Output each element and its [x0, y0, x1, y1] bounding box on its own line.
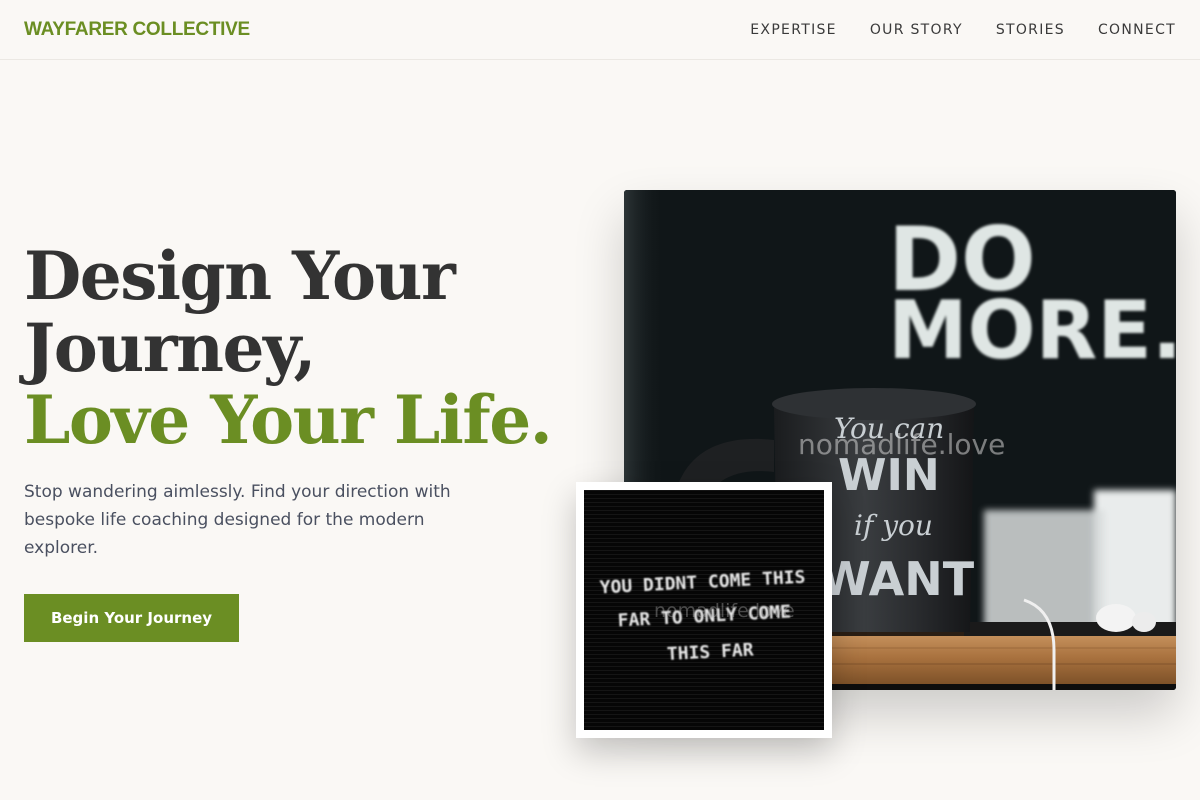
- brand-logo[interactable]: WAYFARER COLLECTIVE: [24, 18, 250, 42]
- nav-item-our-story[interactable]: OUR STORY: [870, 20, 963, 40]
- main-nav: EXPERTISE OUR STORY STORIES CONNECT: [750, 20, 1176, 40]
- site-header: WAYFARER COLLECTIVE EXPERTISE OUR STORY …: [0, 0, 1200, 60]
- mug-text-line-1: You can: [834, 412, 944, 445]
- hero-title-line-1: Design Your: [24, 237, 456, 315]
- mug-text-line-4: WANT: [820, 552, 975, 606]
- mug-text-line-3: if you: [854, 509, 933, 542]
- nav-item-connect[interactable]: CONNECT: [1098, 20, 1176, 40]
- letter-board-photo: YOU DIDNT COME THIS FAR TO ONLY COME THI…: [584, 490, 824, 730]
- letter-board-illustration: YOU DIDNT COME THIS FAR TO ONLY COME THI…: [584, 490, 824, 730]
- hero-title: Design Your Journey, Love Your Life.: [24, 237, 553, 459]
- nav-item-stories[interactable]: STORIES: [996, 20, 1065, 40]
- hero-description: Stop wandering aimlessly. Find your dire…: [24, 482, 451, 558]
- secondary-photo-frame: YOU DIDNT COME THIS FAR TO ONLY COME THI…: [576, 482, 832, 738]
- hero-title-line-2: Journey,: [24, 309, 317, 387]
- mug-text-line-2: WIN: [838, 450, 940, 501]
- do-more-sign-line-2: MORE.: [888, 284, 1176, 377]
- hero-title-accent-line: Love Your Life.: [24, 381, 553, 459]
- begin-journey-button[interactable]: Begin Your Journey: [24, 594, 239, 642]
- nav-item-expertise[interactable]: EXPERTISE: [750, 20, 837, 40]
